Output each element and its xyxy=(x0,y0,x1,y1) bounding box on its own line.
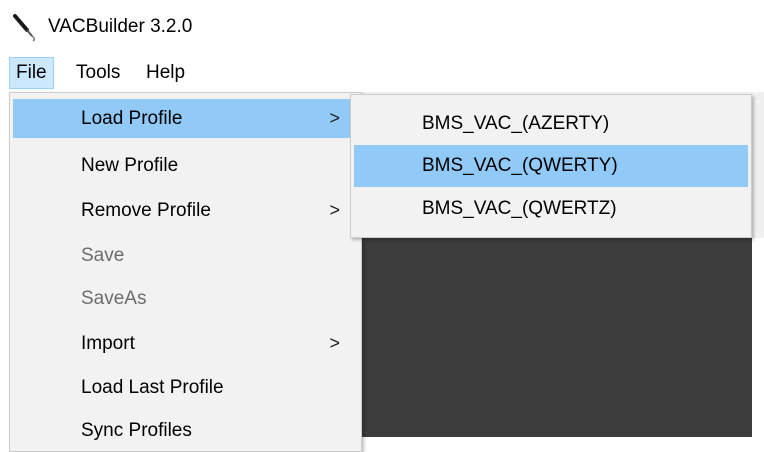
menu-item-load-last-profile[interactable]: Load Last Profile xyxy=(13,368,358,407)
menu-item-label: SaveAs xyxy=(81,288,147,309)
menu-help[interactable]: Help xyxy=(140,57,191,89)
menu-item-label: Import xyxy=(81,333,135,354)
microphone-icon xyxy=(13,14,36,42)
menu-item-label: Save xyxy=(81,245,125,266)
submenu-item-label: BMS_VAC_(QWERTY) xyxy=(422,155,618,176)
menu-item-save: Save xyxy=(13,236,358,275)
content-dark-area xyxy=(360,238,752,437)
menu-item-remove-profile[interactable]: Remove Profile > xyxy=(13,191,358,230)
menu-item-new-profile[interactable]: New Profile xyxy=(13,146,358,185)
menu-item-label: Sync Profiles xyxy=(81,420,192,441)
menu-bar: File Tools Help xyxy=(0,54,764,92)
chevron-right-icon: > xyxy=(329,200,340,220)
menu-item-label: Load Last Profile xyxy=(81,377,224,398)
menu-item-load-profile[interactable]: Load Profile > xyxy=(13,99,358,138)
app-title: VACBuilder 3.2.0 xyxy=(48,16,193,37)
menu-item-label: Remove Profile xyxy=(81,200,211,221)
file-dropdown-menu: Load Profile > New Profile Remove Profil… xyxy=(9,92,362,452)
menu-item-label: Load Profile xyxy=(81,108,183,129)
submenu-item-azerty[interactable]: BMS_VAC_(AZERTY) xyxy=(354,103,748,145)
menu-item-sync-profiles[interactable]: Sync Profiles xyxy=(13,411,358,450)
submenu-item-qwerty[interactable]: BMS_VAC_(QWERTY) xyxy=(354,145,748,187)
load-profile-submenu: BMS_VAC_(AZERTY) BMS_VAC_(QWERTY) BMS_VA… xyxy=(350,94,752,238)
menu-item-saveas: SaveAs xyxy=(13,279,358,318)
menu-tools[interactable]: Tools xyxy=(70,57,126,89)
chevron-right-icon: > xyxy=(329,108,340,128)
submenu-item-qwertz[interactable]: BMS_VAC_(QWERTZ) xyxy=(354,188,748,230)
chevron-right-icon: > xyxy=(329,333,340,353)
submenu-item-label: BMS_VAC_(AZERTY) xyxy=(422,113,610,134)
menu-file[interactable]: File xyxy=(9,57,54,89)
content-edge xyxy=(752,238,764,437)
menu-item-import[interactable]: Import > xyxy=(13,324,358,363)
title-bar: VACBuilder 3.2.0 xyxy=(0,0,764,54)
submenu-item-label: BMS_VAC_(QWERTZ) xyxy=(422,198,617,219)
menu-item-label: New Profile xyxy=(81,155,179,176)
